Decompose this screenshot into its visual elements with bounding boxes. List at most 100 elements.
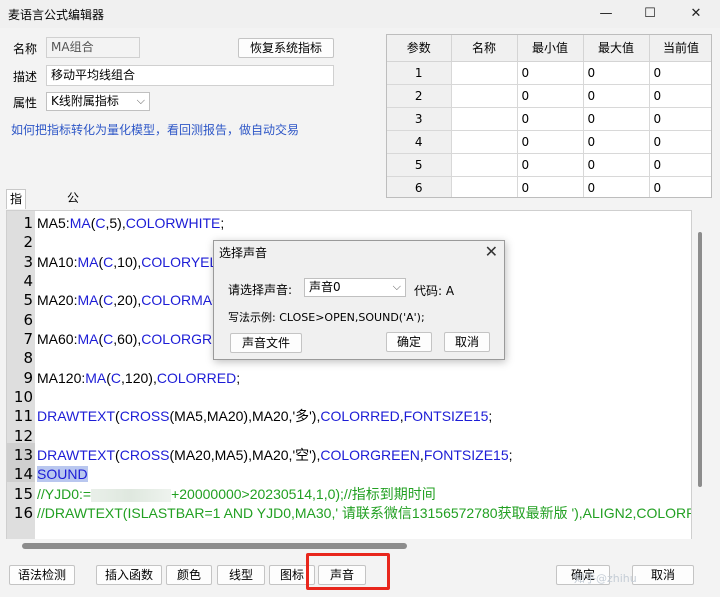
select-sound-dialog: 选择声音 ✕ 请选择声音: 声音0 ⌵ 代码: A 写法示例: CLOSE>OP… <box>213 240 505 360</box>
sound-code-text: 代码: A <box>414 284 455 298</box>
line-number: 7 <box>23 330 33 348</box>
chevron-down-icon: ⌵ <box>392 280 401 293</box>
line-number: 4 <box>23 272 33 290</box>
watermark: 知乎@zhihu <box>574 572 637 585</box>
window-title: 麦语言公式编辑器 <box>8 8 105 22</box>
col-header-name: 名称 <box>451 35 518 62</box>
title-bar: 麦语言公式编辑器 — ☐ ✕ <box>0 0 720 28</box>
param-min-cell[interactable]: 0 <box>517 107 584 131</box>
table-row: 1 0 0 0 <box>387 61 711 85</box>
param-max-cell[interactable]: 0 <box>583 130 650 154</box>
param-current-cell[interactable]: 0 <box>649 153 711 177</box>
col-header-current: 当前值 <box>649 35 711 62</box>
params-grid: 参数 名称 最小值 最大值 当前值 1 0 0 0 2 0 0 0 3 0 0 … <box>386 34 712 198</box>
description-field[interactable]: 移动平均线组合 <box>46 65 334 86</box>
param-current-cell[interactable]: 0 <box>649 84 711 108</box>
attr-label: 属性 <box>13 96 38 110</box>
param-min-cell[interactable]: 0 <box>517 84 584 108</box>
example-text: 写法示例: CLOSE>OPEN,SOUND('A'); <box>228 311 425 324</box>
close-icon[interactable]: ✕ <box>674 0 718 28</box>
line-number: 16 <box>13 504 33 522</box>
line-number: 2 <box>23 233 33 251</box>
dialog-cancel-button[interactable]: 取消 <box>444 332 490 352</box>
param-name-cell[interactable] <box>451 84 518 108</box>
tab-explain[interactable]: 公式说明 <box>64 189 82 259</box>
quant-help-link[interactable]: 如何把指标转化为量化模型，看回测报告，做自动交易 <box>11 121 299 138</box>
name-label: 名称 <box>13 42 38 56</box>
table-row: 5 0 0 0 <box>387 153 711 177</box>
param-min-cell[interactable]: 0 <box>517 130 584 154</box>
name-field[interactable]: MA组合 <box>46 37 140 58</box>
param-max-cell[interactable]: 0 <box>583 84 650 108</box>
line-number: 13 <box>13 446 33 464</box>
code-line-15: //YJD0:= +20000000>20230514,1,0);//指标到期时间 <box>37 486 436 502</box>
line-number: 15 <box>13 485 33 503</box>
row-index: 6 <box>387 176 452 197</box>
insert-function-button[interactable]: 插入函数 <box>96 565 162 585</box>
code-line-13: DRAWTEXT(CROSS(MA20,MA5),MA20,'空'),COLOR… <box>37 447 513 463</box>
param-name-cell[interactable] <box>451 153 518 177</box>
col-header-param: 参数 <box>387 35 452 62</box>
param-max-cell[interactable]: 0 <box>583 153 650 177</box>
param-name-cell[interactable] <box>451 61 518 85</box>
vertical-scroll-thumb[interactable] <box>698 232 702 487</box>
line-number: 14 <box>13 465 33 483</box>
dialog-close-icon[interactable]: ✕ <box>485 242 498 261</box>
redacted-region <box>91 488 172 502</box>
chevron-down-icon: ⌵ <box>136 94 145 107</box>
attribute-select-value: K线附属指标 <box>51 94 119 108</box>
param-name-cell[interactable] <box>451 176 518 197</box>
cancel-button[interactable]: 取消 <box>632 565 694 585</box>
code-line-14: SOUND <box>37 465 88 484</box>
color-button[interactable]: 颜色 <box>166 565 212 585</box>
param-min-cell[interactable]: 0 <box>517 176 584 197</box>
line-number: 3 <box>23 253 33 271</box>
col-header-max: 最大值 <box>583 35 650 62</box>
param-min-cell[interactable]: 0 <box>517 61 584 85</box>
param-current-cell[interactable]: 0 <box>649 130 711 154</box>
sound-file-button[interactable]: 声音文件 <box>230 333 302 353</box>
table-row: 4 0 0 0 <box>387 130 711 154</box>
param-min-cell[interactable]: 0 <box>517 153 584 177</box>
attribute-select[interactable]: K线附属指标 ⌵ <box>46 92 150 111</box>
param-current-cell[interactable]: 0 <box>649 61 711 85</box>
param-max-cell[interactable]: 0 <box>583 61 650 85</box>
row-index: 4 <box>387 130 452 154</box>
code-line-11: DRAWTEXT(CROSS(MA5,MA20),MA20,'多'),COLOR… <box>37 408 493 424</box>
line-number: 5 <box>23 291 33 309</box>
param-max-cell[interactable]: 0 <box>583 107 650 131</box>
param-current-cell[interactable]: 0 <box>649 176 711 197</box>
line-number-gutter: 1 2 3 4 5 6 7 8 9 10 11 12 13 14 15 16 <box>7 211 35 539</box>
maximize-icon[interactable]: ☐ <box>628 0 672 28</box>
code-line-16: //DRAWTEXT(ISLASTBAR=1 AND YJD0,MA30,' 请… <box>37 505 692 521</box>
param-name-cell[interactable] <box>451 130 518 154</box>
dialog-title: 选择声音 <box>219 246 268 260</box>
syntax-check-button[interactable]: 语法检测 <box>9 565 75 585</box>
param-name-cell[interactable] <box>451 107 518 131</box>
line-number: 6 <box>23 311 33 329</box>
dialog-ok-button[interactable]: 确定 <box>386 332 432 352</box>
param-current-cell[interactable]: 0 <box>649 107 711 131</box>
vertical-scrollbar[interactable] <box>693 210 707 540</box>
restore-system-button[interactable]: 恢复系统指标 <box>238 38 334 58</box>
line-number: 12 <box>13 427 33 445</box>
sound-select[interactable]: 声音0 ⌵ <box>304 278 406 297</box>
horizontal-scrollbar[interactable] <box>6 539 692 551</box>
desc-label: 描述 <box>13 70 38 84</box>
line-type-button[interactable]: 线型 <box>217 565 265 585</box>
row-index: 1 <box>387 61 452 85</box>
col-header-min: 最小值 <box>517 35 584 62</box>
line-number: 11 <box>13 407 33 425</box>
minimize-icon[interactable]: — <box>584 0 628 28</box>
line-number: 10 <box>13 388 33 406</box>
code-line-9: MA120:MA(C,120),COLORRED; <box>37 370 241 386</box>
sound-select-value: 声音0 <box>309 280 341 294</box>
table-row: 2 0 0 0 <box>387 84 711 108</box>
row-index: 2 <box>387 84 452 108</box>
tab-formula[interactable]: 指标公式 <box>6 189 27 260</box>
horizontal-scroll-thumb[interactable] <box>22 543 407 549</box>
line-number: 1 <box>23 214 33 232</box>
selected-text: SOUND <box>37 466 88 482</box>
table-row: 3 0 0 0 <box>387 107 711 131</box>
param-max-cell[interactable]: 0 <box>583 176 650 197</box>
